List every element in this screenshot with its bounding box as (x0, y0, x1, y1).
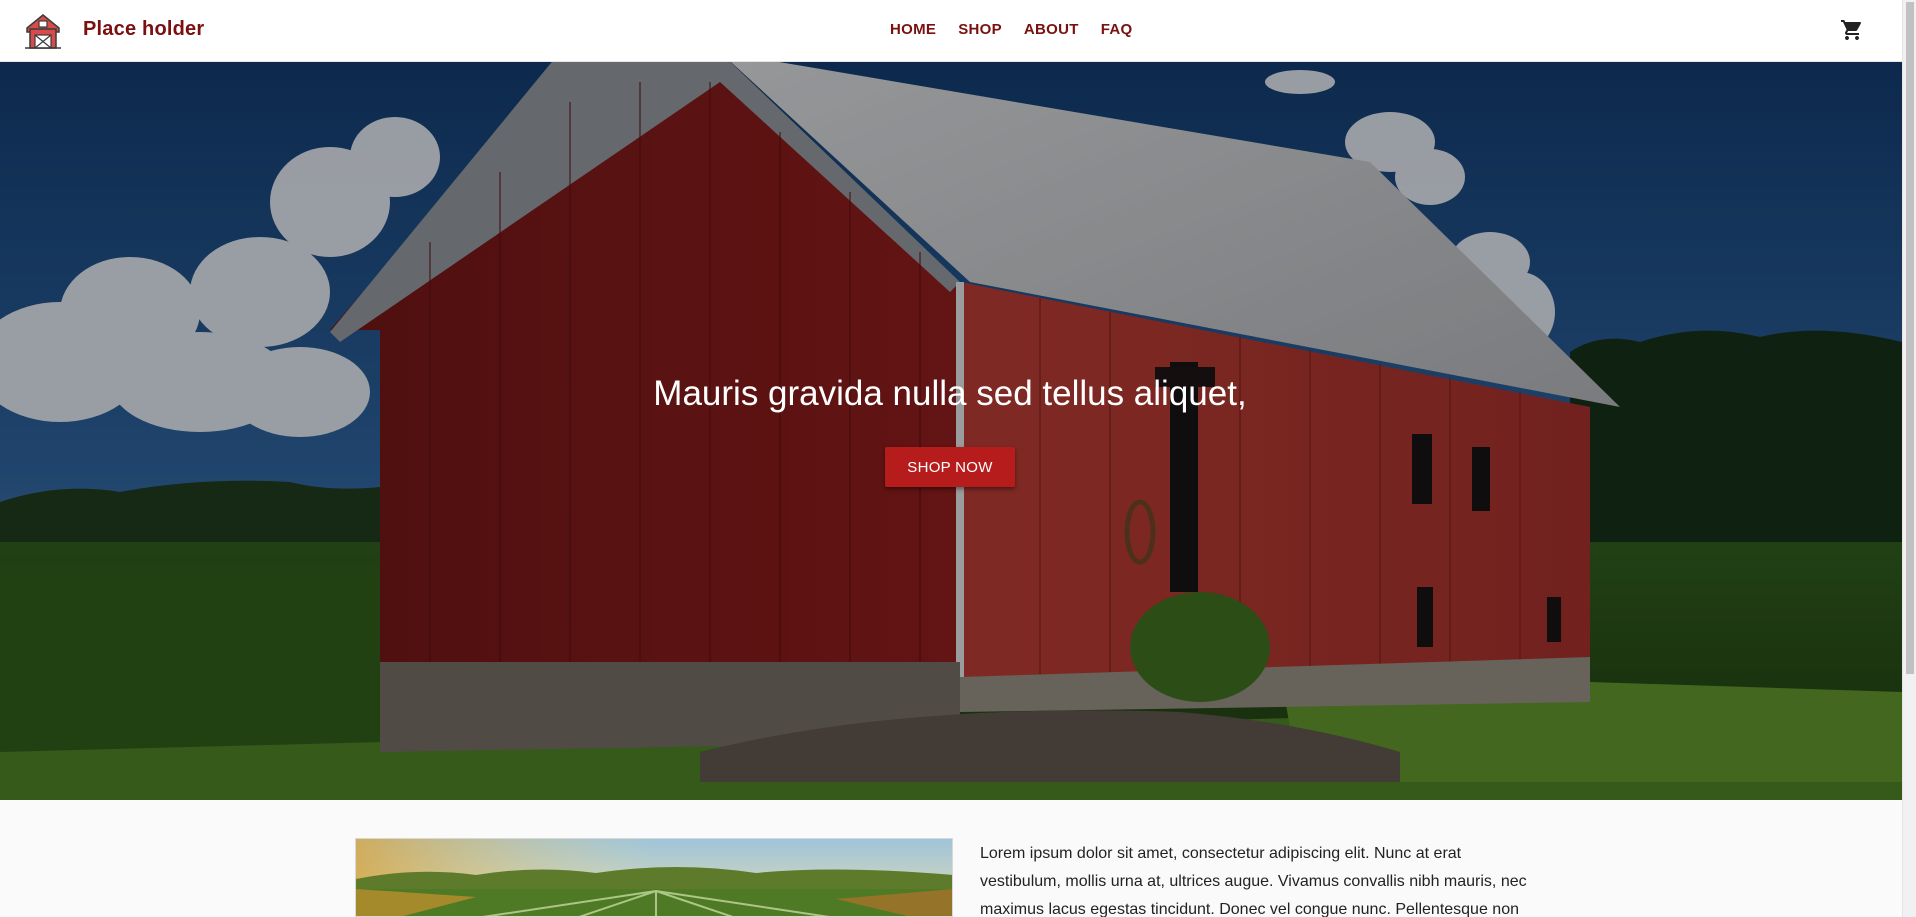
hero-overlay (0, 62, 1902, 800)
scrollbar-thumb[interactable] (1906, 2, 1914, 674)
page-scrollbar[interactable] (1902, 0, 1916, 917)
farm-field-image (355, 838, 953, 917)
nav-faq[interactable]: FAQ (1101, 21, 1133, 38)
nav-shop[interactable]: SHOP (958, 21, 1002, 38)
nav-home[interactable]: HOME (890, 21, 936, 38)
intro-text: Lorem ipsum dolor sit amet, consectetur … (980, 845, 1527, 917)
hero-section: Mauris gravida nulla sed tellus aliquet,… (0, 62, 1902, 800)
hero-title: Mauris gravida nulla sed tellus aliquet, (653, 374, 1247, 413)
shop-now-button[interactable]: SHOP NOW (885, 447, 1015, 487)
intro-section: Lorem ipsum dolor sit amet, consectetur … (0, 800, 1902, 917)
cart-icon[interactable] (1840, 18, 1864, 42)
nav-about[interactable]: ABOUT (1024, 21, 1079, 38)
main-nav: HOME SHOP ABOUT FAQ (890, 21, 1155, 38)
barn-icon[interactable] (22, 10, 64, 52)
site-header: Place holder HOME SHOP ABOUT FAQ (0, 0, 1902, 62)
brand-name[interactable]: Place holder (83, 18, 204, 41)
